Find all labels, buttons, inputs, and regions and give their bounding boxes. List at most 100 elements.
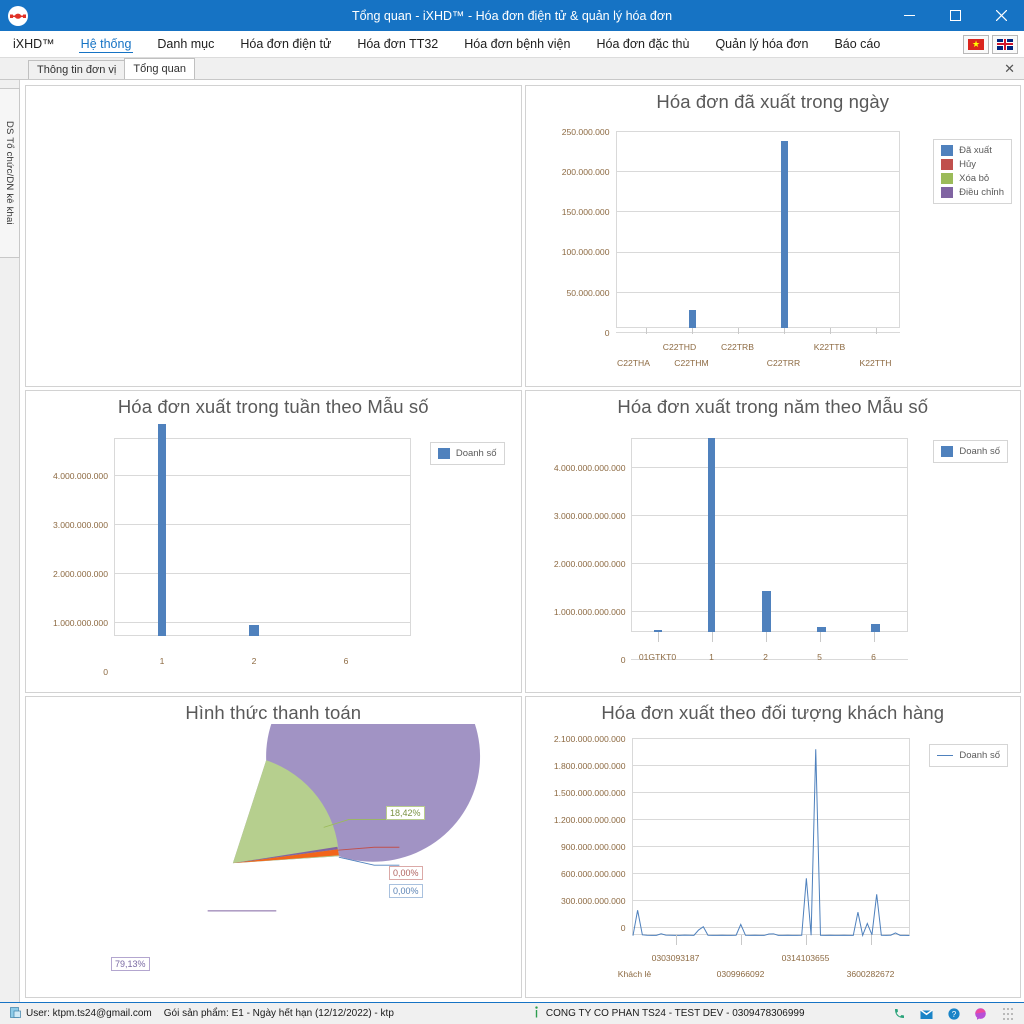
legend-swatch-doanh-so (941, 446, 953, 457)
status-company: CONG TY CO PHAN TS24 - TEST DEV - 030947… (526, 1006, 811, 1021)
y-tick-label: 250.000.000 (536, 127, 610, 137)
legend-item: Đã xuất (941, 145, 1004, 156)
document-tab-strip: Thông tin đơn vị Tổng quan ✕ (0, 58, 1024, 80)
close-button[interactable] (978, 0, 1024, 31)
legend-swatch-xoa-bo (941, 173, 953, 184)
x-tick-label: 6 (829, 652, 919, 662)
tab-thong-tin-don-vi[interactable]: Thông tin đơn vị (28, 60, 125, 79)
legend-swatch-da-xuat (941, 145, 953, 156)
sidebar-item-ds-to-chuc[interactable]: DS Tổ chức/DN kê khai (0, 88, 20, 258)
x-tick-label: 0303093187 (631, 953, 721, 963)
legend-label: Doanh số (959, 750, 1000, 761)
chart-canvas-payment-method: 18,42% 0,00% 0,00% 79,13% (26, 724, 521, 997)
left-docked-panel: DS Tổ chức/DN kê khai (0, 80, 20, 1002)
x-tick-label: 2 (209, 656, 299, 666)
bar-template-6 (871, 624, 880, 632)
chat-icon[interactable] (974, 1007, 987, 1020)
menu-item-he-thong[interactable]: Hệ thống (68, 31, 145, 57)
y-tick-label: 2.000.000.000.000 (528, 559, 626, 569)
legend-label: Điều chỉnh (959, 187, 1004, 198)
maximize-button[interactable] (932, 0, 978, 31)
chart-legend: Doanh số (933, 440, 1008, 463)
legend-item: Điều chỉnh (941, 187, 1004, 198)
bar-c22thm (689, 310, 696, 328)
bar-template-1 (158, 424, 166, 636)
plot-area (616, 131, 901, 328)
menu-item-ixhd[interactable]: iXHD™ (0, 31, 68, 57)
menu-item-quan-ly-hoa-don[interactable]: Quản lý hóa đơn (702, 31, 821, 57)
legend-item: Hủy (941, 159, 1004, 170)
menu-item-hoa-don-dac-thu[interactable]: Hóa đơn đặc thù (583, 31, 702, 57)
svg-text:?: ? (951, 1010, 956, 1019)
chart-canvas-invoices-year-by-template: 4.000.000.000.000 3.000.000.000.000 2.00… (526, 418, 1021, 691)
status-icon-tray: ? (893, 1007, 1020, 1020)
chart-panel-invoices-week-by-template: Hóa đơn xuất trong tuần theo Mẫu số 4.00… (25, 390, 522, 692)
legend-swatch-huy (941, 159, 953, 170)
legend-swatch-doanh-so (438, 448, 450, 459)
minimize-button[interactable] (886, 0, 932, 31)
x-tick-label: 1 (117, 656, 207, 666)
legend-item: Doanh số (937, 750, 1000, 761)
bar-template-2 (249, 625, 259, 636)
y-tick-label: 0 (528, 655, 626, 665)
legend-label: Doanh số (959, 446, 1000, 457)
help-icon[interactable]: ? (947, 1007, 960, 1020)
y-tick-label: 0 (30, 667, 108, 677)
x-tick-label: C22THM (647, 358, 737, 368)
bar-template-5 (817, 627, 826, 632)
mail-icon[interactable] (920, 1007, 933, 1020)
x-tick-label: C22TRB (693, 342, 783, 352)
tab-close-icon[interactable]: ✕ (1004, 62, 1024, 75)
menu-item-hoa-don-dien-tu[interactable]: Hóa đơn điện tử (227, 31, 344, 57)
vietnam-flag-icon[interactable]: ★ (963, 35, 989, 54)
x-tick-label: C22TRR (739, 358, 829, 368)
chart-legend: Đã xuất Hủy Xóa bỏ Điều chỉnh (933, 139, 1012, 204)
legend-line-doanh-so (937, 755, 953, 756)
uk-flag-icon[interactable] (992, 35, 1018, 54)
chart-title: Hóa đơn xuất trong tuần theo Mẫu số (26, 391, 521, 418)
chart-panel-invoices-by-customer: Hóa đơn xuất theo đối tượng khách hàng 2… (525, 696, 1022, 998)
menu-item-danh-muc[interactable]: Danh mục (144, 31, 227, 57)
y-tick-label: 200.000.000 (536, 167, 610, 177)
tab-tong-quan[interactable]: Tổng quan (124, 58, 195, 79)
bar-template-2 (762, 591, 771, 632)
chart-canvas-invoices-week-by-template: 4.000.000.000 3.000.000.000 2.000.000.00… (26, 418, 521, 691)
chart-canvas-invoices-issued-today: 250.000.000 200.000.000 150.000.000 100.… (526, 113, 1021, 386)
legend-label: Hủy (959, 159, 976, 170)
pie-label-0b: 0,00% (389, 884, 423, 898)
pie-chart-svg (26, 724, 521, 997)
chart-panel-invoices-year-by-template: Hóa đơn xuất trong năm theo Mẫu số 4.000… (525, 390, 1022, 692)
x-tick-label: 6 (301, 656, 391, 666)
x-tick-label: 0309966092 (696, 969, 786, 979)
title-bar: Tổng quan - iXHD™ - Hóa đơn điện tử & qu… (0, 0, 1024, 31)
legend-item: Xóa bỏ (941, 173, 1004, 184)
application-window: Tổng quan - iXHD™ - Hóa đơn điện tử & qu… (0, 0, 1024, 1024)
x-tick-label: 3600282672 (826, 969, 916, 979)
bar-c22trr (781, 141, 788, 328)
y-tick-label: 0 (536, 328, 610, 338)
y-tick-label: 3.000.000.000 (30, 520, 108, 530)
x-tick-label: K22TTH (831, 358, 921, 368)
empty-chart-panel (25, 85, 522, 387)
main-content-area: DS Tổ chức/DN kê khai Hóa đơn đã xuất tr… (0, 80, 1024, 1002)
phone-icon[interactable] (893, 1007, 906, 1020)
status-user-label: User: ktpm.ts24@gmail.com (26, 1008, 152, 1019)
chart-panel-invoices-issued-today: Hóa đơn đã xuất trong ngày 250.000.000 2… (525, 85, 1022, 387)
pie-label-0a: 0,00% (389, 866, 423, 880)
menu-item-hoa-don-tt32[interactable]: Hóa đơn TT32 (344, 31, 451, 57)
menu-item-bao-cao[interactable]: Báo cáo (821, 31, 893, 57)
x-tick-label: 0314103655 (761, 953, 851, 963)
resize-grip-icon[interactable] (1001, 1007, 1014, 1020)
chart-title: Hình thức thanh toán (26, 697, 521, 724)
menu-item-hoa-don-benh-vien[interactable]: Hóa đơn bệnh viện (451, 31, 583, 57)
legend-label: Đã xuất (959, 145, 992, 156)
app-logo-icon (8, 6, 28, 26)
chart-canvas-invoices-by-customer: 2.100.000.000.000 1.800.000.000.000 1.50… (526, 724, 1021, 997)
x-tick-label: Khách lẻ (590, 969, 680, 979)
chart-title: Hóa đơn đã xuất trong ngày (526, 86, 1021, 113)
legend-item: Doanh số (941, 446, 1000, 457)
legend-label: Doanh số (456, 448, 497, 459)
status-package-label: Gói sản phẩm: E1 - Ngày hết hạn (12/12/2… (164, 1008, 394, 1019)
chart-panel-payment-method: Hình thức thanh toán (25, 696, 522, 998)
empty-chart-canvas (26, 86, 521, 386)
